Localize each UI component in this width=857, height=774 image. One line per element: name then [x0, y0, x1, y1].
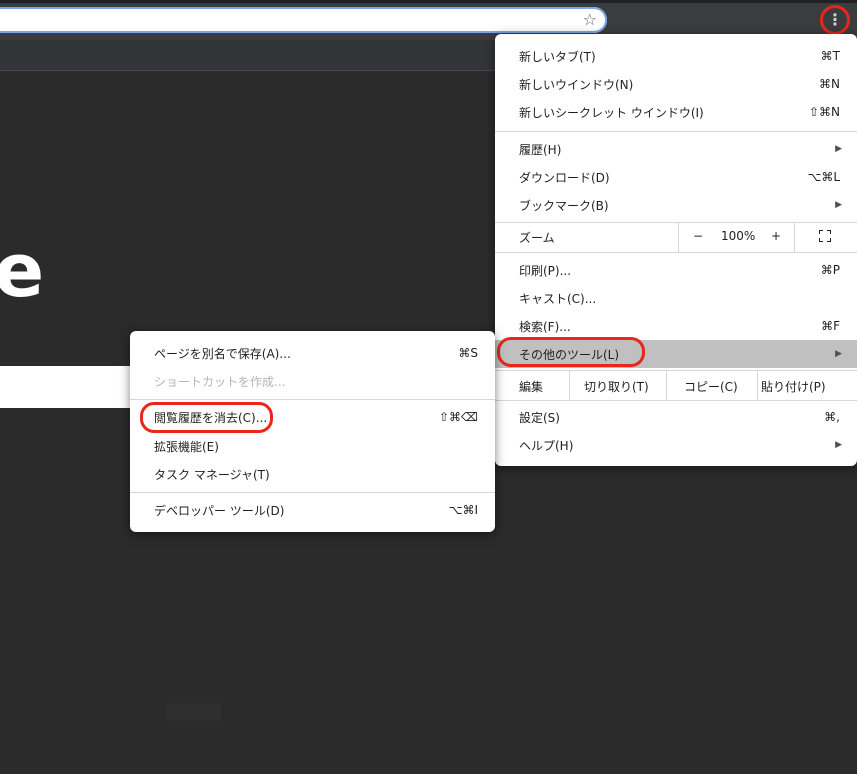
zoom-divider	[678, 222, 679, 252]
menu-item-label: 印刷(P)...	[519, 263, 572, 278]
zoom-in-button[interactable]: +	[771, 229, 781, 243]
menu-item-settings[interactable]: 設定(S) ⌘,	[495, 403, 857, 431]
zoom-label: ズーム	[519, 231, 555, 245]
kebab-glyph: ⋮	[827, 10, 843, 29]
menu-item-find[interactable]: 検索(F)... ⌘F	[495, 312, 857, 340]
page-logo-fragment: e	[0, 228, 45, 314]
menu-item-label: 拡張機能(E)	[154, 439, 219, 454]
edit-divider	[569, 370, 570, 400]
zoom-level: 100%	[721, 229, 756, 243]
menu-item-print[interactable]: 印刷(P)... ⌘P	[495, 256, 857, 284]
menu-item-label: デベロッパー ツール(D)	[154, 503, 285, 518]
address-bar[interactable]: ☆	[0, 7, 607, 33]
menu-divider	[130, 399, 495, 400]
menu-item-label: ページを別名で保存(A)...	[154, 346, 291, 361]
shortcut-label: ⌘T	[820, 49, 840, 63]
menu-item-label: ショートカットを作成...	[154, 374, 286, 389]
menu-divider	[130, 492, 495, 493]
menu-item-bookmarks[interactable]: ブックマーク(B) ▶	[495, 191, 857, 219]
menu-item-new-incognito[interactable]: 新しいシークレット ウインドウ(I) ⇧⌘N	[495, 98, 857, 126]
shortcut-label: ⌘F	[821, 319, 840, 333]
menu-item-label: 新しいウインドウ(N)	[519, 77, 634, 92]
page-search-box[interactable]	[0, 366, 140, 408]
menu-item-label: ダウンロード(D)	[519, 170, 610, 185]
paste-button[interactable]: 貼り付け(P)	[761, 378, 826, 395]
menu-item-cast[interactable]: キャスト(C)...	[495, 284, 857, 312]
menu-divider	[495, 400, 857, 401]
menu-item-label: タスク マネージャ(T)	[154, 467, 270, 482]
menu-item-extensions[interactable]: 拡張機能(E)	[130, 432, 495, 460]
more-tools-submenu: ページを別名で保存(A)... ⌘S ショートカットを作成... 閲覧履歴を消去…	[130, 331, 495, 532]
menu-item-new-tab[interactable]: 新しいタブ(T) ⌘T	[495, 42, 857, 70]
menu-item-label: キャスト(C)...	[519, 291, 597, 306]
menu-item-label: ブックマーク(B)	[519, 198, 609, 213]
fullscreen-icon[interactable]	[819, 230, 831, 242]
menu-item-label: 新しいタブ(T)	[519, 49, 596, 64]
bookmark-star-icon[interactable]: ☆	[583, 10, 597, 29]
copy-button[interactable]: コピー(C)	[684, 378, 738, 395]
menu-item-save-page[interactable]: ページを別名で保存(A)... ⌘S	[130, 339, 495, 367]
submenu-arrow-icon: ▶	[835, 349, 842, 359]
edit-divider	[666, 370, 667, 400]
menu-item-downloads[interactable]: ダウンロード(D) ⌥⌘L	[495, 163, 857, 191]
zoom-divider	[794, 222, 795, 252]
menu-item-label: 新しいシークレット ウインドウ(I)	[519, 105, 704, 120]
submenu-arrow-icon: ▶	[835, 440, 842, 450]
menu-divider	[495, 252, 857, 253]
menu-item-label: ヘルプ(H)	[519, 438, 574, 453]
shortcut-label: ⌥⌘L	[807, 170, 840, 184]
shortcut-label: ⌘P	[820, 263, 840, 277]
menu-item-new-window[interactable]: 新しいウインドウ(N) ⌘N	[495, 70, 857, 98]
zoom-row: ズーム − 100% +	[495, 222, 857, 252]
menu-item-history[interactable]: 履歴(H) ▶	[495, 135, 857, 163]
highlight-ring	[140, 402, 273, 433]
menu-item-label: 検索(F)...	[519, 319, 571, 334]
chrome-main-menu: 新しいタブ(T) ⌘T 新しいウインドウ(N) ⌘N 新しいシークレット ウイン…	[495, 34, 857, 466]
submenu-arrow-icon: ▶	[835, 144, 842, 154]
shortcut-label: ⇧⌘⌫	[438, 410, 478, 424]
menu-item-help[interactable]: ヘルプ(H) ▶	[495, 431, 857, 459]
zoom-out-button[interactable]: −	[693, 229, 703, 243]
highlight-ring	[497, 337, 645, 367]
submenu-arrow-icon: ▶	[835, 200, 842, 210]
menu-item-devtools[interactable]: デベロッパー ツール(D) ⌥⌘I	[130, 496, 495, 524]
tab-strip	[0, 0, 857, 3]
cut-button[interactable]: 切り取り(T)	[584, 378, 649, 395]
shortcut-label: ⌥⌘I	[448, 503, 478, 517]
shortcut-label: ⇧⌘N	[808, 105, 840, 119]
menu-item-label: 設定(S)	[519, 410, 560, 425]
edit-row: 編集 切り取り(T) コピー(C) 貼り付け(P)	[495, 370, 857, 400]
shortcut-label: ⌘N	[819, 77, 840, 91]
menu-kebab-icon[interactable]: ⋮	[820, 5, 850, 35]
edit-divider	[757, 370, 758, 400]
menu-item-create-shortcut: ショートカットを作成...	[130, 367, 495, 395]
page-shortcut-tile	[165, 703, 221, 721]
shortcut-label: ⌘S	[458, 346, 478, 360]
menu-divider	[495, 131, 857, 132]
menu-item-label: 履歴(H)	[519, 142, 562, 157]
shortcut-label: ⌘,	[824, 410, 840, 424]
menu-item-task-manager[interactable]: タスク マネージャ(T)	[130, 460, 495, 488]
edit-label: 編集	[519, 380, 544, 394]
